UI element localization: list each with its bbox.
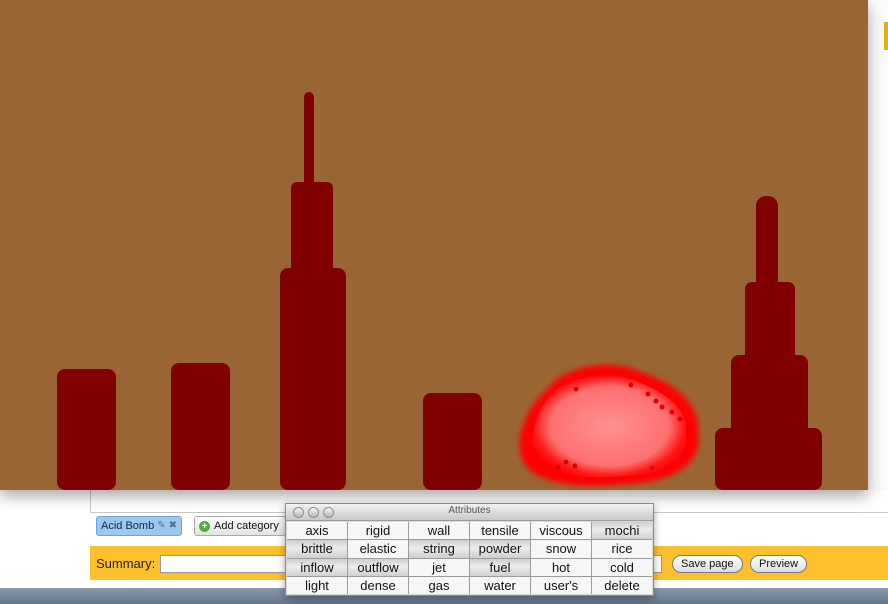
attribute-button[interactable]: jet xyxy=(409,558,469,576)
attribute-button[interactable]: brittle xyxy=(287,540,347,558)
attribute-button[interactable]: gas xyxy=(409,576,469,594)
attribute-button[interactable]: inflow xyxy=(287,558,347,576)
attribute-button[interactable]: fuel xyxy=(470,558,530,576)
category-chip[interactable]: Acid Bomb ✎ ✖ xyxy=(96,516,182,536)
acid-blob xyxy=(519,364,699,486)
block-2 xyxy=(171,363,230,490)
attribute-button[interactable]: outflow xyxy=(348,558,408,576)
preview-button[interactable]: Preview xyxy=(750,555,808,573)
attribute-button[interactable]: rigid xyxy=(348,522,408,540)
attribute-button[interactable]: powder xyxy=(470,540,530,558)
plus-icon: + xyxy=(199,520,210,532)
simulation-canvas[interactable] xyxy=(0,0,868,490)
block-3 xyxy=(423,393,482,490)
attribute-button[interactable]: cold xyxy=(592,558,652,576)
add-category-label: Add category xyxy=(214,520,279,532)
attribute-button[interactable]: mochi xyxy=(592,522,652,540)
attribute-button[interactable]: user's xyxy=(531,576,591,594)
attribute-grid: axis rigid wall tensile viscous mochi brittle e… xyxy=(287,522,652,594)
canvas-drawing xyxy=(57,92,822,490)
attribute-button[interactable]: delete xyxy=(592,576,652,594)
palette-title: Attributes xyxy=(448,505,491,516)
attribute-button[interactable]: rice xyxy=(592,540,652,558)
attribute-button[interactable]: viscous xyxy=(531,522,591,540)
page-right-edge xyxy=(868,0,888,490)
attribute-button[interactable]: snow xyxy=(531,540,591,558)
category-chip-label: Acid Bomb xyxy=(101,520,155,532)
attribute-button[interactable]: elastic xyxy=(348,540,408,558)
save-page-button[interactable]: Save page xyxy=(672,555,743,573)
tower-2 xyxy=(715,196,822,490)
tower-1 xyxy=(280,92,346,490)
attribute-button[interactable]: wall xyxy=(409,522,469,540)
add-category-button[interactable]: + Add category xyxy=(194,516,286,536)
edit-icon[interactable]: ✎ xyxy=(157,517,165,535)
remove-icon[interactable]: ✖ xyxy=(169,517,177,535)
page-highlight-sliver xyxy=(884,22,888,50)
attribute-button[interactable]: hot xyxy=(531,558,591,576)
attribute-button[interactable]: axis xyxy=(287,522,347,540)
attributes-palette: Attributes axis rigid wall tensile viscous mo… xyxy=(285,503,654,596)
attribute-button[interactable]: string xyxy=(409,540,469,558)
summary-label: Summary: xyxy=(96,556,156,571)
attribute-button[interactable]: dense xyxy=(348,576,408,594)
attribute-button[interactable]: light xyxy=(287,576,347,594)
block-1 xyxy=(57,369,116,490)
palette-titlebar[interactable]: Attributes xyxy=(286,504,653,521)
attribute-button[interactable]: tensile xyxy=(470,522,530,540)
attribute-button[interactable]: water xyxy=(470,576,530,594)
